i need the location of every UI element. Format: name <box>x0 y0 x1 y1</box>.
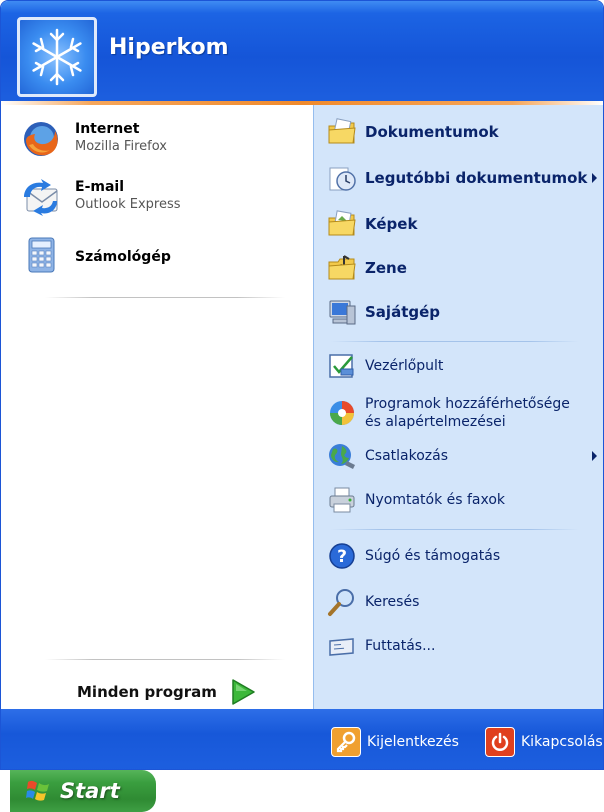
music-folder-icon <box>328 255 356 280</box>
shutdown-button[interactable]: Kikapcsolás <box>485 727 603 757</box>
menu-item-music[interactable]: Zene <box>327 253 603 283</box>
menu-item-run[interactable]: Futtatás... <box>327 631 603 661</box>
documents-folder-icon <box>328 118 356 144</box>
key-icon <box>331 727 361 757</box>
windows-logo-icon <box>26 780 49 801</box>
firefox-icon <box>24 122 58 156</box>
menu-item-label: Futtatás... <box>365 638 436 654</box>
menu-item-connect[interactable]: Csatlakozás <box>327 441 603 471</box>
taskbar: Start <box>0 770 604 812</box>
menu-item-documents[interactable]: Dokumentumok <box>327 117 603 147</box>
menu-item-label: Zene <box>365 259 407 277</box>
menu-item-printers[interactable]: Nyomtatók és faxok <box>327 485 603 515</box>
start-menu-header: Hiperkom <box>1 1 603 103</box>
menu-item-help[interactable]: ? Súgó és támogatás <box>327 541 603 571</box>
all-programs-button[interactable]: Minden program <box>77 677 257 707</box>
pinned-item-calculator[interactable]: Számológép <box>21 235 301 281</box>
right-divider-1 <box>331 341 579 342</box>
outlook-express-icon <box>24 179 58 216</box>
menu-item-control-panel[interactable]: Vezérlőpult <box>327 351 603 381</box>
start-menu: Hiperkom Internet Mozilla Firefox E-mail… <box>0 0 604 770</box>
svg-text:?: ? <box>337 547 347 567</box>
shutdown-label: Kikapcsolás <box>521 734 603 750</box>
snowflake-icon <box>32 28 82 86</box>
menu-item-label: Legutóbbi dokumentumok <box>365 169 588 187</box>
calculator-icon <box>28 237 55 273</box>
menu-item-my-computer[interactable]: Sajátgép <box>327 297 603 327</box>
menu-item-label: Nyomtatók és faxok <box>365 492 506 508</box>
start-button[interactable]: Start <box>10 770 156 812</box>
all-programs-label: Minden program <box>77 683 217 701</box>
menu-item-label: Vezérlőpult <box>365 358 444 374</box>
pinned-item-title: E-mail <box>75 179 125 195</box>
menu-item-program-defaults[interactable]: Programok hozzáférhetősége és alapértelm… <box>327 395 603 431</box>
menu-item-label: Keresés <box>365 594 420 610</box>
program-defaults-icon <box>330 401 354 425</box>
menu-item-label: Dokumentumok <box>365 123 499 141</box>
menu-item-label: Képek <box>365 215 418 233</box>
screen: Hiperkom Internet Mozilla Firefox E-mail… <box>0 0 604 812</box>
menu-item-label: Sajátgép <box>365 303 441 321</box>
search-icon <box>328 589 354 616</box>
menu-item-recent-documents[interactable]: Legutóbbi dokumentumok <box>327 163 603 193</box>
right-divider-2 <box>331 529 579 530</box>
green-arrow-icon <box>232 679 255 705</box>
pinned-item-subtitle: Mozilla Firefox <box>75 139 167 154</box>
user-name: Hiperkom <box>109 35 229 60</box>
submenu-arrow-icon <box>592 451 597 461</box>
menu-item-label-line2: és alapértelmezései <box>365 414 506 430</box>
menu-item-label-line1: Programok hozzáférhetősége <box>365 396 570 412</box>
printer-icon <box>329 487 355 513</box>
all-programs-divider <box>45 659 285 660</box>
menu-item-label: Programok hozzáférhetősége és alapértelm… <box>365 395 570 431</box>
help-icon: ? <box>329 543 355 569</box>
power-icon <box>485 727 515 757</box>
menu-item-label: Csatlakozás <box>365 448 449 464</box>
menu-item-label: Súgó és támogatás <box>365 548 501 564</box>
logoff-label: Kijelentkezés <box>367 734 459 750</box>
pinned-item-internet[interactable]: Internet Mozilla Firefox <box>21 119 301 165</box>
pinned-item-email[interactable]: E-mail Outlook Express <box>21 177 301 223</box>
start-menu-footer: Kijelentkezés Kikapcsolás <box>1 709 603 769</box>
connect-icon <box>329 444 355 469</box>
control-panel-icon <box>329 354 354 378</box>
menu-item-pictures[interactable]: Képek <box>327 209 603 239</box>
submenu-arrow-icon <box>592 173 597 183</box>
user-avatar[interactable] <box>17 17 97 97</box>
run-icon <box>329 638 354 656</box>
start-label: Start <box>60 779 120 803</box>
left-divider <box>45 297 285 298</box>
logoff-button[interactable]: Kijelentkezés <box>331 727 459 757</box>
pinned-item-title: Számológép <box>75 249 171 265</box>
menu-item-search[interactable]: Keresés <box>327 587 603 617</box>
pinned-item-title: Internet <box>75 121 140 137</box>
pictures-folder-icon <box>328 210 356 236</box>
my-computer-icon <box>329 300 356 325</box>
recent-documents-icon <box>329 167 356 191</box>
pinned-item-subtitle: Outlook Express <box>75 197 181 212</box>
